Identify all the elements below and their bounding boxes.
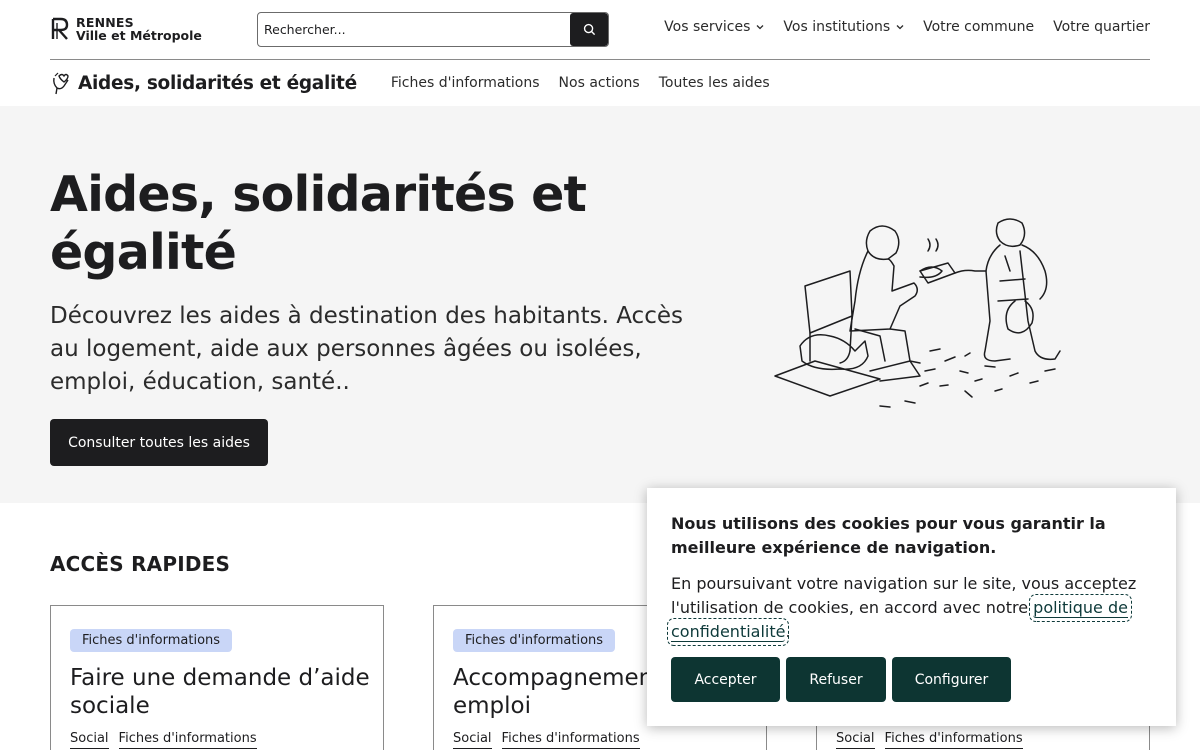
search-input[interactable] (258, 13, 570, 46)
nav-label: Votre commune (923, 19, 1035, 35)
card-badge: Fiches d'informations (70, 629, 233, 652)
card-tag-link[interactable]: Social (836, 730, 875, 749)
nav-label: Vos services (664, 19, 751, 35)
site-header: RENNES Ville et Métropole Vos services V… (50, 0, 1150, 60)
nav-votre-commune[interactable]: Votre commune (923, 19, 1034, 35)
card-tag-link[interactable]: Social (453, 730, 492, 749)
subnav-fiches[interactable]: Fiches d'informations (391, 75, 540, 91)
card-tags: Social Fiches d'informations (70, 730, 257, 749)
cookie-title: Nous utilisons des cookies pour vous gar… (671, 514, 1106, 557)
cookie-banner: Nous utilisons des cookies pour vous gar… (647, 488, 1176, 726)
card-tags: Social Fiches d'informations (453, 730, 640, 749)
refuse-cookies-button[interactable]: Refuser (786, 657, 886, 702)
search-bar (257, 12, 609, 47)
section-title: Aides, solidarités et égalité (78, 72, 357, 94)
cookie-text-end: . (785, 622, 791, 641)
nav-votre-quartier[interactable]: Votre quartier (1053, 19, 1150, 35)
card-title[interactable]: Faire une demande d’aide sociale (70, 664, 380, 720)
nav-label: Votre quartier (1053, 19, 1150, 35)
rennes-logo-icon (51, 17, 69, 40)
card-badge: Fiches d'informations (453, 629, 616, 652)
card-tag-link[interactable]: Fiches d'informations (884, 730, 1023, 749)
solidarity-illustration (774, 218, 1061, 408)
search-button[interactable] (570, 13, 608, 46)
nav-label: Vos institutions (783, 19, 891, 35)
chevron-down-icon (896, 25, 904, 30)
card-tags: Social Fiches d'informations (836, 730, 1023, 749)
card-tag-link[interactable]: Fiches d'informations (118, 730, 257, 749)
card-tag-link[interactable]: Fiches d'informations (501, 730, 640, 749)
consult-aids-button[interactable]: Consulter toutes les aides (50, 419, 268, 466)
hand-heart-icon (53, 72, 69, 95)
subnav-toutes-aides[interactable]: Toutes les aides (659, 75, 770, 91)
hero-title: Aides, solidarités et égalité (50, 166, 587, 281)
nav-vos-services[interactable]: Vos services (664, 19, 764, 35)
section-header: Aides, solidarités et égalité Fiches d'i… (50, 60, 1150, 106)
hero-description: Découvrez les aides à destination des ha… (50, 303, 683, 395)
cookie-actions: Accepter Refuser Configurer (671, 657, 1011, 702)
site-logo[interactable]: RENNES Ville et Métropole (50, 16, 202, 42)
logo-line2: Ville et Métropole (76, 28, 202, 43)
cookie-text: En poursuivant votre navigation sur le s… (667, 572, 1157, 646)
quick-access-title: ACCÈS RAPIDES (50, 552, 231, 576)
search-icon (583, 23, 595, 36)
nav-vos-institutions[interactable]: Vos institutions (783, 19, 904, 35)
configure-cookies-button[interactable]: Configurer (892, 657, 1011, 702)
accept-cookies-button[interactable]: Accepter (671, 657, 780, 702)
card-tag-link[interactable]: Social (70, 730, 109, 749)
hero: Aides, solidarités et égalité Découvrez … (0, 106, 1200, 503)
section-brand[interactable]: Aides, solidarités et égalité (50, 70, 357, 96)
main-nav: Vos services Vos institutions Votre comm… (664, 19, 1150, 35)
chevron-down-icon (756, 25, 764, 30)
subnav-actions[interactable]: Nos actions (559, 75, 640, 91)
section-nav: Fiches d'informations Nos actions Toutes… (391, 75, 770, 91)
quick-access-card[interactable]: Fiches d'informations Faire une demande … (50, 605, 384, 750)
